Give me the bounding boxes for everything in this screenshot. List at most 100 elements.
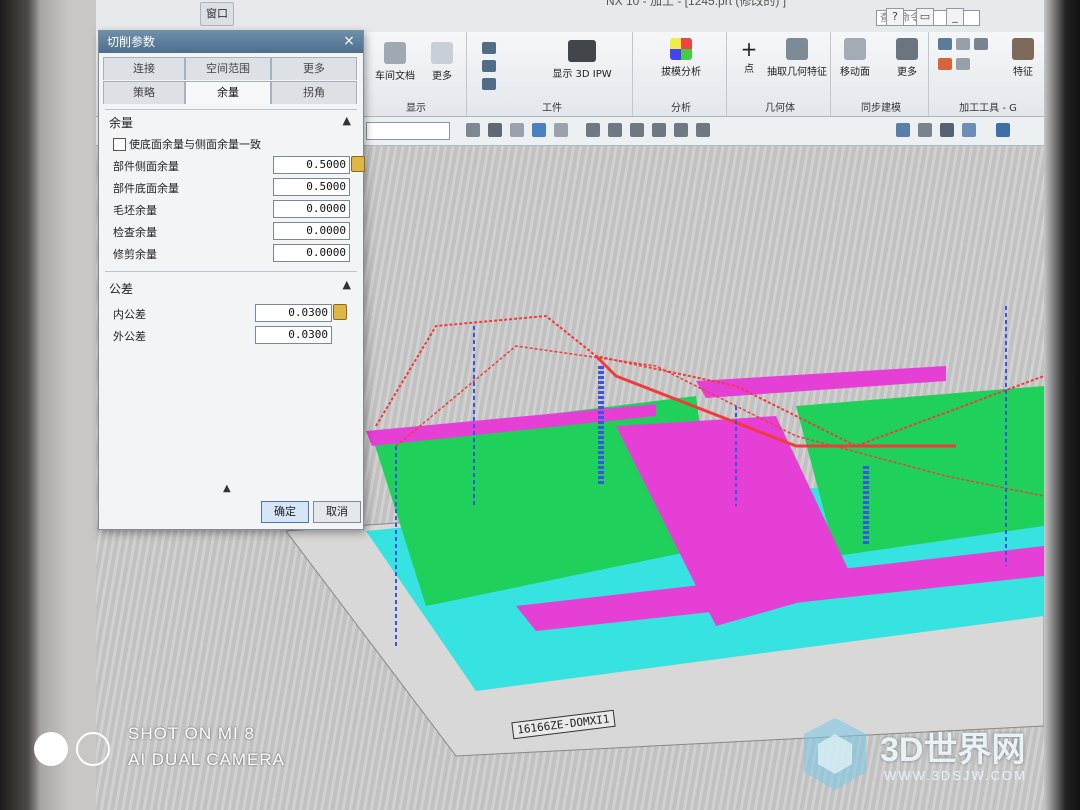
- dialog-title: 切削参数: [99, 31, 363, 53]
- outtol-label: 外公差: [113, 330, 146, 343]
- monitor-left-edge: [0, 0, 40, 810]
- plus-icon: +: [740, 37, 758, 61]
- ipw-icon: [568, 40, 596, 62]
- tab-corners[interactable]: 拐角: [271, 81, 357, 104]
- machining-tool-icon-3[interactable]: [974, 38, 988, 50]
- tab-more[interactable]: 更多: [271, 57, 357, 80]
- restore-icon[interactable]: ▭: [916, 8, 934, 26]
- trim-stock-input[interactable]: 0.0000: [273, 244, 350, 262]
- ribbon-group-machining-tools: 特征 加工工具 - G: [932, 32, 1044, 116]
- blank-stock-label: 毛坯余量: [113, 204, 157, 217]
- feature-button[interactable]: 特征: [1006, 38, 1040, 78]
- part-floor-stock-input[interactable]: 0.5000: [273, 178, 350, 196]
- ribbon-group-sync-modeling: 移动面 更多 同步建模: [834, 32, 929, 116]
- minimize-icon[interactable]: _: [946, 8, 964, 26]
- select-icon-2[interactable]: [510, 123, 524, 137]
- arc-icon[interactable]: [630, 123, 644, 137]
- lock-icon[interactable]: [351, 156, 365, 172]
- render-icon[interactable]: [918, 123, 932, 137]
- tab-connection[interactable]: 连接: [103, 57, 185, 80]
- circle-icon[interactable]: [652, 123, 666, 137]
- more-sync-button[interactable]: 更多: [890, 38, 924, 78]
- ribbon-group-geometry: + 点 抽取几何特征 几何体: [730, 32, 831, 116]
- shop-doc-label: 车间文档: [375, 71, 415, 82]
- intol-input[interactable]: 0.0300: [255, 304, 332, 322]
- tab-strategy[interactable]: 策略: [103, 81, 185, 104]
- ribbon-group-analysis: 拔模分析 分析: [636, 32, 727, 116]
- intol-label: 内公差: [113, 308, 146, 321]
- shaded-icon[interactable]: [996, 123, 1010, 137]
- curve-icon[interactable]: [608, 123, 622, 137]
- group-label-geometry: 几何体: [765, 103, 795, 114]
- more-display-label: 更多: [432, 71, 452, 82]
- check-stock-input[interactable]: 0.0000: [273, 222, 350, 240]
- point-icon[interactable]: [674, 123, 688, 137]
- ribbon-group-workpiece: 显示 3D IPW 工件: [472, 32, 633, 116]
- select-icon[interactable]: [466, 123, 480, 137]
- window-title: NX 10 - 加工 - [1245.prt (修改的) ]: [606, 0, 787, 8]
- cutting-parameters-dialog: 切削参数 × 连接 空间范围 更多 策略 余量 拐角 余量 ▲ 使底面余量与侧面…: [98, 30, 365, 530]
- show-3d-ipw-button[interactable]: 显示 3D IPW: [542, 40, 622, 80]
- extract-geometry-label: 抽取几何特征: [767, 67, 827, 78]
- part-side-stock-input[interactable]: 0.5000: [273, 156, 350, 174]
- layout-icon[interactable]: [962, 123, 976, 137]
- extract-geometry-button[interactable]: 抽取几何特征: [766, 38, 828, 78]
- trim-stock-label: 修剪余量: [113, 248, 157, 261]
- tab-spatial-range[interactable]: 空间范围: [185, 57, 271, 80]
- line-icon[interactable]: [586, 123, 600, 137]
- floor-same-as-side-checkbox[interactable]: [113, 138, 126, 151]
- move-face-icon: [844, 38, 866, 60]
- draft-analysis-button[interactable]: 拔模分析: [646, 38, 716, 78]
- close-icon[interactable]: ×: [341, 33, 357, 49]
- ipw-tool-icon[interactable]: [482, 42, 496, 54]
- snap-icon[interactable]: [488, 123, 502, 137]
- tab-stock[interactable]: 余量: [185, 81, 271, 104]
- crosshair-icon[interactable]: [696, 123, 710, 137]
- machining-tool-icon-2[interactable]: [956, 38, 970, 50]
- chevron-up-icon[interactable]: ▲: [343, 278, 351, 291]
- part-side-stock-label: 部件侧面余量: [113, 160, 179, 173]
- shot-on-text: SHOT ON MI 8: [128, 724, 255, 743]
- move-icon[interactable]: [554, 123, 568, 137]
- lock-icon[interactable]: [333, 304, 347, 320]
- ipw-tool-icon-2[interactable]: [482, 60, 496, 72]
- check-stock-label: 检查余量: [113, 226, 157, 239]
- move-face-button[interactable]: 移动面: [834, 38, 876, 78]
- refresh-icon[interactable]: [940, 123, 954, 137]
- window-menu-button[interactable]: 窗口: [200, 2, 234, 26]
- ipw-tool-icon-3[interactable]: [482, 78, 496, 90]
- machining-tool-icon[interactable]: [938, 38, 952, 50]
- cancel-button[interactable]: 取消: [313, 501, 361, 523]
- group-label-sync-modeling: 同步建模: [861, 103, 901, 114]
- stock-section-heading: 余量: [109, 116, 134, 130]
- group-label-workpiece: 工件: [542, 103, 562, 114]
- selection-filter-dropdown[interactable]: [366, 122, 450, 140]
- window-menu-label: 窗口: [206, 7, 228, 20]
- shop-doc-button[interactable]: 车间文档: [372, 42, 418, 82]
- point-button[interactable]: + 点: [734, 38, 764, 75]
- camera-logo-dot: [34, 732, 68, 766]
- tabs-row-1: 连接 空间范围 更多: [99, 57, 363, 81]
- magenta-strip-upper: [696, 366, 946, 398]
- draft-analysis-icon: [670, 38, 692, 60]
- more-display-button[interactable]: 更多: [422, 42, 462, 82]
- cube-icon[interactable]: [532, 123, 546, 137]
- more-icon: [431, 42, 453, 64]
- chevron-up-icon[interactable]: ▲: [343, 114, 351, 127]
- document-icon: [384, 42, 406, 64]
- camera-text: AI DUAL CAMERA: [128, 750, 285, 769]
- help-icon[interactable]: ?: [886, 8, 904, 26]
- feature-icon: [1012, 38, 1034, 60]
- ok-button[interactable]: 确定: [261, 501, 309, 523]
- outtol-input[interactable]: 0.0300: [255, 326, 332, 344]
- group-label-analysis: 分析: [671, 103, 691, 114]
- more-sync-label: 更多: [897, 67, 917, 78]
- machining-tool-icon-5[interactable]: [956, 58, 970, 70]
- feature-label: 特征: [1013, 67, 1033, 78]
- expand-arrow-icon[interactable]: ▲: [223, 483, 231, 494]
- view-icon[interactable]: [896, 123, 910, 137]
- camera-logo-ring: [76, 732, 110, 766]
- draft-analysis-label: 拔模分析: [661, 67, 701, 78]
- machining-tool-icon-4[interactable]: [938, 58, 952, 70]
- blank-stock-input[interactable]: 0.0000: [273, 200, 350, 218]
